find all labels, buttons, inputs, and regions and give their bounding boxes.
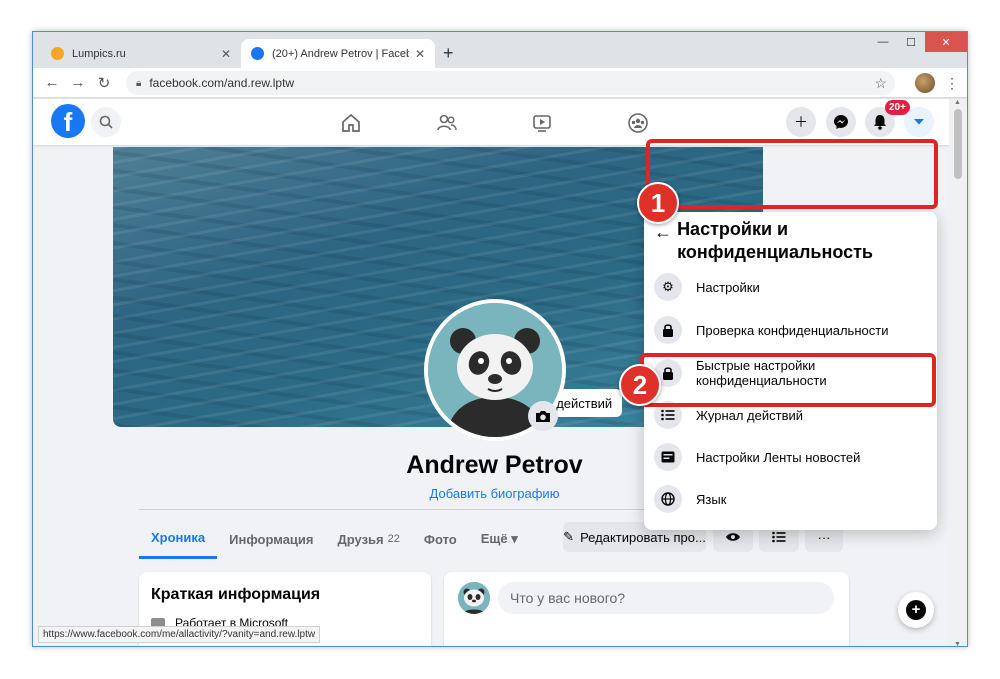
tab-friends[interactable]: Друзья 22 [326, 519, 412, 559]
menu-item-language[interactable]: Язык [654, 485, 929, 513]
close-window-icon[interactable]: ✕ [925, 32, 967, 52]
tab-title: (20+) Andrew Petrov | Facebook [272, 47, 409, 60]
bookmark-star-icon[interactable]: ☆ [874, 75, 887, 92]
whats-new-input[interactable]: Что у вас нового? [498, 582, 834, 614]
highlight-menu-header [646, 139, 938, 209]
new-message-button[interactable]: + [898, 592, 934, 628]
browser-window: Lumpics.ru ✕ (20+) Andrew Petrov | Faceb… [32, 31, 968, 647]
camera-icon[interactable] [528, 401, 558, 431]
address-bar[interactable]: 🔒︎ facebook.com/and.rew.lptw ☆ [126, 71, 895, 95]
url-text: facebook.com/and.rew.lptw [149, 76, 295, 90]
minimize-icon[interactable]: — [869, 32, 897, 52]
forward-icon[interactable]: → [65, 74, 91, 91]
plus-icon: + [906, 600, 926, 620]
news-feed-icon [654, 443, 682, 471]
facebook-favicon-icon [251, 47, 264, 60]
tab-timeline[interactable]: Хроника [139, 519, 218, 559]
browser-menu-icon[interactable]: ⋮ [945, 75, 959, 92]
reload-icon[interactable]: ↻ [91, 74, 117, 92]
scroll-down-icon[interactable]: ▼ [954, 641, 961, 646]
account-menu-chevron-down-icon[interactable] [904, 107, 934, 137]
step-1-marker: 1 [637, 182, 679, 224]
friends-count: 22 [387, 533, 400, 545]
back-icon[interactable]: ← [39, 74, 65, 91]
close-tab-icon[interactable]: ✕ [415, 47, 425, 61]
home-icon[interactable] [339, 111, 363, 135]
menu-item-settings[interactable]: ⚙ Настройки [654, 273, 929, 301]
menu-header: ← Настройки и конфиденциальность [654, 218, 934, 264]
lock-icon [654, 316, 682, 344]
step-2-marker: 2 [619, 364, 661, 406]
tab-strip: Lumpics.ru ✕ (20+) Andrew Petrov | Faceb… [33, 32, 967, 68]
page-scrollbar[interactable]: ▲ ▼ [949, 99, 967, 646]
avatar[interactable] [458, 582, 490, 614]
tab-lumpics[interactable]: Lumpics.ru ✕ [41, 39, 241, 68]
menu-item-news-feed-prefs[interactable]: Настройки Ленты новостей [654, 443, 929, 471]
messenger-icon[interactable] [826, 107, 856, 137]
friends-icon[interactable] [435, 111, 459, 135]
window-controls: — ☐ ✕ [869, 32, 967, 52]
scroll-up-icon[interactable]: ▲ [954, 99, 961, 106]
create-button[interactable]: ＋ [786, 107, 816, 137]
intro-title: Краткая информация [151, 586, 321, 603]
search-icon[interactable] [91, 107, 121, 137]
maximize-icon[interactable]: ☐ [897, 32, 925, 52]
facebook-page: f ＋ 20+ л действий Andrew Petrov Добавит… [33, 99, 951, 646]
gear-icon: ⚙ [654, 273, 682, 301]
facebook-logo-icon[interactable]: f [51, 104, 85, 138]
lock-icon: 🔒︎ [136, 77, 142, 89]
back-arrow-icon[interactable]: ← [654, 222, 677, 243]
lumpics-favicon-icon [51, 47, 64, 60]
scrollbar-thumb[interactable] [954, 109, 962, 179]
groups-icon[interactable] [626, 111, 650, 135]
status-bar-url: https://www.facebook.com/me/allactivity/… [38, 626, 321, 643]
watch-icon[interactable] [530, 111, 554, 135]
new-tab-button[interactable]: + [443, 43, 454, 64]
pencil-icon: ✎ [563, 529, 575, 544]
close-tab-icon[interactable]: ✕ [221, 47, 231, 61]
highlight-activity-log [640, 353, 936, 407]
create-post-card: Что у вас нового? [444, 572, 849, 646]
tab-title: Lumpics.ru [72, 47, 126, 60]
tab-more[interactable]: Ещё ▾ [469, 519, 530, 559]
browser-toolbar: ← → ↻ 🔒︎ facebook.com/and.rew.lptw ☆ ⋮ [33, 68, 967, 98]
menu-title: Настройки и конфиденциальность [677, 219, 873, 262]
profile-tabs: Хроника Информация Друзья 22 Фото Ещё ▾ [139, 519, 530, 559]
tab-about[interactable]: Информация [217, 519, 325, 559]
globe-icon [654, 485, 682, 513]
tab-photos[interactable]: Фото [412, 519, 469, 559]
browser-profile-avatar[interactable] [915, 73, 935, 93]
menu-item-privacy-checkup[interactable]: Проверка конфиденциальности [654, 316, 929, 344]
tab-facebook[interactable]: (20+) Andrew Petrov | Facebook ✕ [241, 39, 435, 68]
